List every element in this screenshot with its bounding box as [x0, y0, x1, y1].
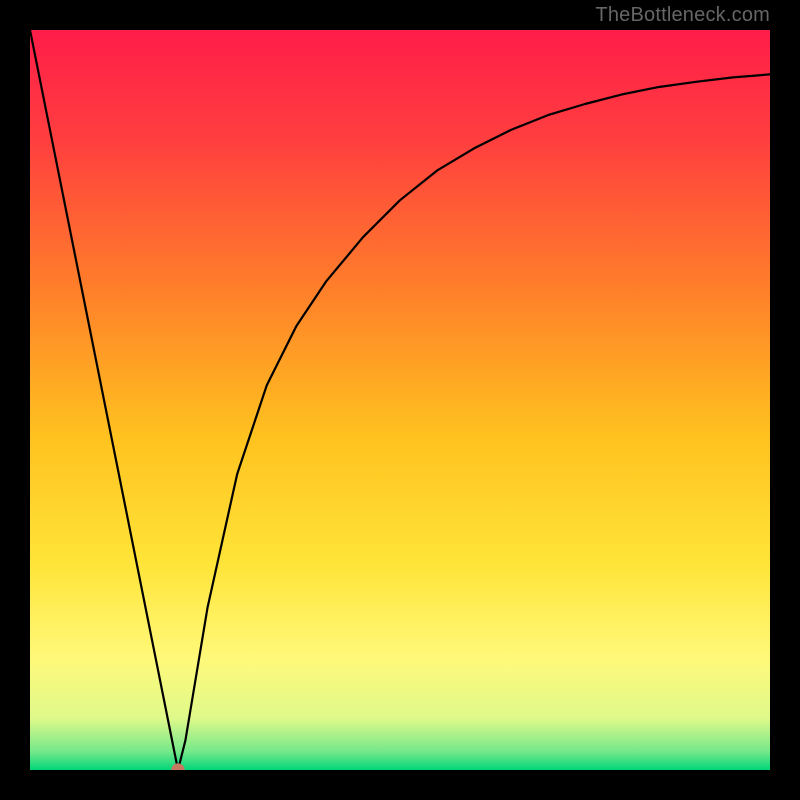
- curve-layer: [30, 30, 770, 770]
- optimal-marker: [171, 763, 184, 770]
- watermark-text: TheBottleneck.com: [595, 4, 770, 27]
- bottleneck-curve-path: [30, 30, 770, 770]
- plot-area: [30, 30, 770, 770]
- chart-container: TheBottleneck.com: [0, 0, 800, 800]
